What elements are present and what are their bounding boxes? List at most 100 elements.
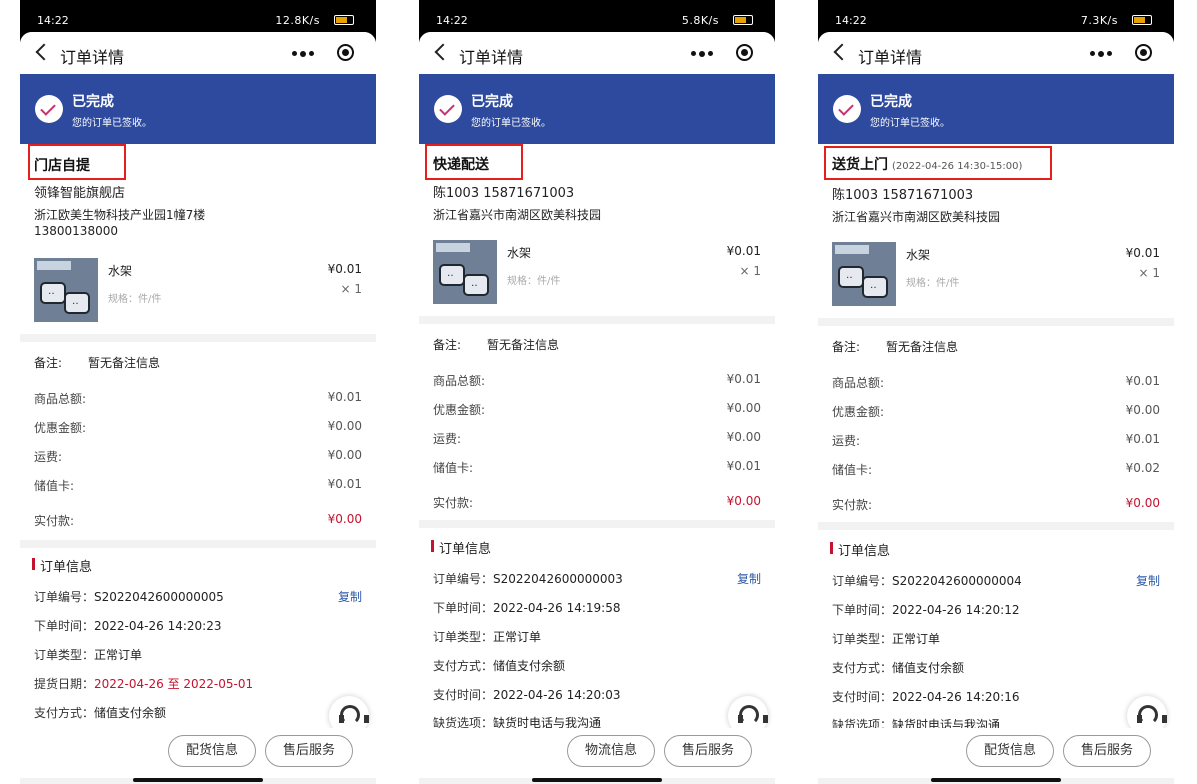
battery-icon	[1132, 15, 1152, 25]
copy-link[interactable]: 复制	[338, 588, 362, 605]
page-title: 订单详情	[60, 48, 125, 67]
order-info-title: 订单信息	[430, 538, 491, 557]
product-qty: × 1	[1138, 266, 1160, 280]
check-icon	[833, 95, 861, 123]
bottom-action-bar: 物流信息 售后服务	[419, 728, 775, 778]
amount-card: 备注: 暂无备注信息 商品总额: ¥0.01 优惠金额: ¥0.00 运费: ¥0.0…	[20, 342, 376, 540]
battery-icon	[334, 15, 354, 25]
product-name: 水架	[507, 246, 532, 260]
info-row: 提货日期：2022-04-26 至 2022-05-01	[34, 677, 254, 691]
amount-row: 优惠金额: ¥0.00	[34, 419, 362, 435]
nav-bar: 订单详情	[818, 32, 1174, 74]
info-row: 订单编号：S2022042600000003	[433, 572, 623, 586]
check-icon	[434, 95, 462, 123]
close-miniprogram-icon[interactable]	[1135, 44, 1152, 61]
status-time: 14:22	[436, 14, 468, 27]
home-indicator	[532, 778, 662, 782]
order-info-card: 订单信息 订单编号：S2022042600000003 复制 下单时间：2022…	[419, 528, 775, 736]
info-row: 下单时间：2022-04-26 14:20:23	[34, 619, 222, 633]
address-line: 浙江省嘉兴市南湖区欧美科技园	[433, 208, 602, 222]
after-sales-button[interactable]: 售后服务	[1063, 735, 1151, 767]
back-arrow-icon[interactable]	[433, 43, 447, 61]
delivery-card: 门店自提 领锋智能旗舰店 浙江欧美生物科技产业园1幢7楼 13800138000…	[20, 144, 376, 334]
delivery-card: 快递配送 陈1003 15871671003 浙江省嘉兴市南湖区欧美科技园 水架…	[419, 144, 775, 316]
status-banner: 已完成 您的订单已签收。	[818, 74, 1174, 144]
product-image[interactable]	[832, 242, 896, 306]
phone-screen-home-delivery: 14:22 7.3K/s 订单详情 已完成 您的订单已签收。 送货上门 (2022…	[818, 0, 1174, 784]
after-sales-button[interactable]: 售后服务	[664, 735, 752, 767]
recipient: 陈1003 15871671003	[832, 188, 974, 203]
amount-row: 优惠金额: ¥0.00	[832, 403, 1160, 419]
product-spec: 规格：件/件	[906, 278, 960, 289]
more-menu-icon[interactable]	[292, 50, 314, 57]
close-miniprogram-icon[interactable]	[736, 44, 753, 61]
more-menu-icon[interactable]	[691, 50, 713, 57]
logistics-info-button[interactable]: 物流信息	[567, 735, 655, 767]
copy-link[interactable]: 复制	[1136, 572, 1160, 589]
info-row: 订单类型：正常订单	[433, 630, 542, 644]
status-time: 14:22	[37, 14, 69, 27]
order-info-card: 订单信息 订单编号：S2022042600000004 复制 下单时间：2022…	[818, 530, 1174, 736]
battery-icon	[733, 15, 753, 25]
amount-card: 备注: 暂无备注信息 商品总额: ¥0.01 优惠金额: ¥0.00 运费: ¥0.0…	[818, 326, 1174, 522]
back-arrow-icon[interactable]	[832, 43, 846, 61]
order-status-sub: 您的订单已签收。	[471, 118, 551, 129]
order-info-card: 订单信息 订单编号：S2022042600000005 复制 下单时间：2022…	[20, 548, 376, 748]
app-screen: 订单详情 已完成 您的订单已签收。 送货上门 (2022-04-26 14:30-…	[818, 32, 1174, 784]
phone-screen-pickup: 14:22 12.8K/s 订单详情 已完成 您的订单已签收。 门店自提 领锋智…	[20, 0, 376, 784]
back-arrow-icon[interactable]	[34, 43, 48, 61]
amount-row: 储值卡: ¥0.01	[34, 477, 362, 493]
delivery-info-button[interactable]: 配货信息	[966, 735, 1054, 767]
address-line-2: 浙江欧美生物科技产业园1幢7楼	[34, 208, 206, 222]
remark-row: 备注: 暂无备注信息	[433, 338, 560, 352]
delivery-card: 送货上门 (2022-04-26 14:30-15:00) 陈1003 15871…	[818, 144, 1174, 318]
home-indicator	[133, 778, 263, 782]
delivery-info-button[interactable]: 配货信息	[168, 735, 256, 767]
info-row: 订单类型：正常订单	[832, 632, 941, 646]
nav-bar: 订单详情	[419, 32, 775, 74]
remark-row: 备注: 暂无备注信息	[832, 340, 959, 354]
check-icon	[35, 95, 63, 123]
product-image[interactable]	[34, 258, 98, 322]
network-speed: 7.3K/s	[1080, 14, 1118, 27]
phone-screen-express: 14:22 5.8K/s 订单详情 已完成 您的订单已签收。 快递配送 陈100…	[419, 0, 775, 784]
product-spec: 规格：件/件	[108, 294, 162, 305]
order-status-sub: 您的订单已签收。	[72, 118, 152, 129]
order-info-title: 订单信息	[829, 540, 890, 559]
recipient: 陈1003 15871671003	[433, 186, 575, 201]
home-indicator	[931, 778, 1061, 782]
product-price: ¥0.01	[726, 244, 761, 258]
product-name: 水架	[906, 248, 931, 262]
info-row: 订单类型：正常订单	[34, 648, 143, 662]
info-row: 下单时间：2022-04-26 14:20:12	[832, 603, 1020, 617]
status-bar: 14:22 12.8K/s	[20, 0, 376, 36]
info-row: 支付方式：储值支付余额	[34, 706, 167, 720]
bottom-action-bar: 配货信息 售后服务	[818, 728, 1174, 778]
info-row: 支付方式：储值支付余额	[433, 659, 566, 673]
after-sales-button[interactable]: 售后服务	[265, 735, 353, 767]
status-banner: 已完成 您的订单已签收。	[419, 74, 775, 144]
highlight-box	[425, 144, 523, 180]
close-miniprogram-icon[interactable]	[337, 44, 354, 61]
amount-row: 商品总额: ¥0.01	[433, 372, 761, 388]
amount-row: 商品总额: ¥0.01	[832, 374, 1160, 390]
info-row: 订单编号：S2022042600000005	[34, 590, 224, 604]
order-status-sub: 您的订单已签收。	[870, 118, 950, 129]
page-title: 订单详情	[459, 48, 524, 67]
order-info-title: 订单信息	[31, 556, 92, 575]
highlight-box	[824, 146, 1052, 180]
paid-row: 实付款: ¥0.00	[433, 494, 761, 510]
status-bar: 14:22 5.8K/s	[419, 0, 775, 36]
info-row: 下单时间：2022-04-26 14:19:58	[433, 601, 621, 615]
amount-row: 储值卡: ¥0.02	[832, 461, 1160, 477]
address-line-1: 领锋智能旗舰店	[34, 186, 126, 201]
amount-row: 运费: ¥0.00	[34, 448, 362, 464]
copy-link[interactable]: 复制	[737, 570, 761, 587]
more-menu-icon[interactable]	[1090, 50, 1112, 57]
status-bar: 14:22 7.3K/s	[818, 0, 1174, 36]
order-status: 已完成	[870, 94, 912, 110]
product-image[interactable]	[433, 240, 497, 304]
product-price: ¥0.01	[1125, 246, 1160, 260]
address-phone: 13800138000	[34, 224, 118, 238]
status-banner: 已完成 您的订单已签收。	[20, 74, 376, 144]
